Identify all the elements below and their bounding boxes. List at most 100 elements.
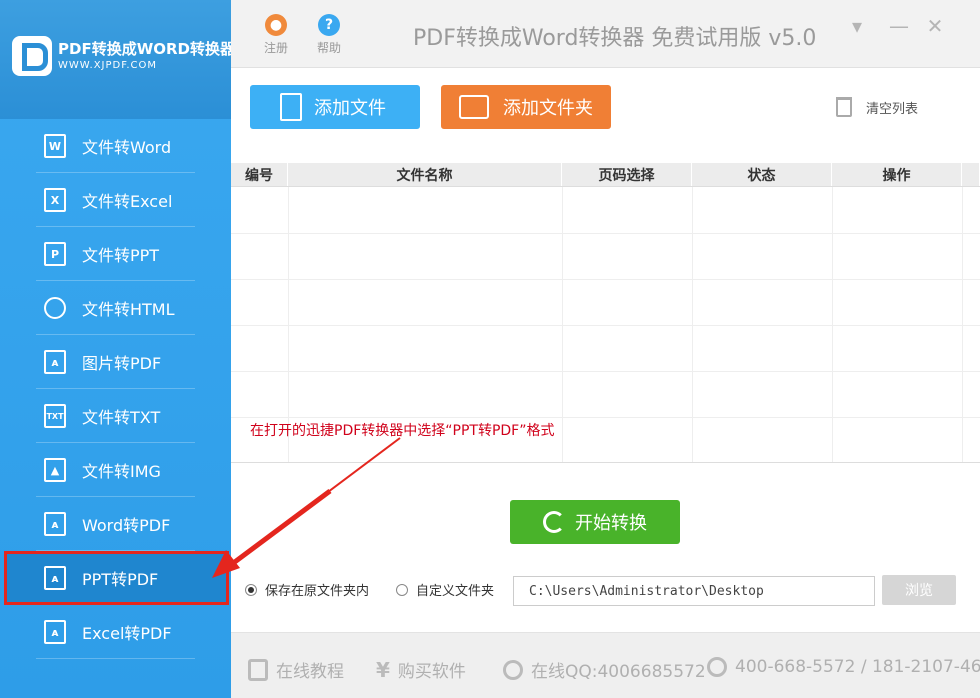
menu-icon[interactable]: ▾ — [847, 14, 867, 38]
document-icon — [280, 93, 302, 121]
sidebar-item-file-to-txt[interactable]: TXT 文件转TXT — [0, 389, 231, 443]
sidebar-item-excel-to-pdf[interactable]: ᴀ Excel转PDF — [0, 605, 231, 659]
sidebar-item-label: 文件转HTML — [82, 300, 175, 319]
footer: 在线教程 ¥ 购买软件 在线QQ:4006685572 400-668-5572… — [231, 632, 980, 698]
refresh-icon — [543, 511, 565, 533]
phone-icon — [707, 657, 727, 677]
txt-icon: TXT — [44, 404, 66, 428]
phone-info: 400-668-5572 / 181-2107-4602 — [707, 657, 980, 677]
logo-name: PDF转换成WORD转换器 — [58, 40, 235, 58]
trash-icon — [836, 97, 852, 117]
table-row — [231, 325, 980, 326]
column-header-status: 状态 — [692, 163, 832, 186]
save-original-label: 保存在原文件夹内 — [265, 584, 370, 599]
table-divider — [692, 187, 693, 462]
buy-software-link[interactable]: ¥ 购买软件 — [376, 657, 466, 683]
sidebar-item-file-to-ppt[interactable]: P 文件转PPT — [0, 227, 231, 281]
online-tutorial-link[interactable]: 在线教程 — [248, 657, 344, 682]
radio-unselected-icon — [396, 583, 408, 596]
table-divider — [832, 187, 833, 462]
sidebar-item-label: 文件转Excel — [82, 192, 173, 211]
tutorial-label: 在线教程 — [276, 662, 344, 682]
add-file-label: 添加文件 — [314, 98, 386, 119]
sidebar-item-file-to-html[interactable]: 文件转HTML — [0, 281, 231, 335]
add-file-button[interactable]: 添加文件 — [250, 85, 420, 129]
sidebar-item-image-to-pdf[interactable]: ᴀ 图片转PDF — [0, 335, 231, 389]
excel-icon: X — [44, 188, 66, 212]
column-header-number: 编号 — [231, 163, 288, 186]
close-icon[interactable]: ✕ — [925, 14, 945, 38]
user-icon: ● — [265, 14, 287, 36]
phone-label: 400-668-5572 / 181-2107-4602 — [735, 657, 980, 677]
column-header-spacer — [962, 163, 980, 186]
column-header-pages: 页码选择 — [562, 163, 692, 186]
sidebar-item-label: 文件转IMG — [82, 462, 161, 481]
sidebar-item-file-to-img[interactable]: ▲ 文件转IMG — [0, 443, 231, 497]
qq-icon — [503, 659, 523, 680]
qq-label: 在线QQ:4006685572 — [531, 662, 706, 682]
sidebar-item-label: Word转PDF — [82, 516, 171, 535]
title-bar: ● 注册 ? 帮助 PDF转换成Word转换器 免费试用版 v5.0 ▾ — ✕ — [231, 0, 980, 68]
sidebar-item-file-to-word[interactable]: W 文件转Word — [0, 119, 231, 173]
sidebar: PDF转换成WORD转换器 WWW.XJPDF.COM W 文件转Word X … — [0, 0, 235, 698]
clear-list-label: 清空列表 — [866, 101, 919, 117]
table-header: 编号 文件名称 页码选择 状态 操作 — [231, 163, 980, 187]
pdf-icon: ᴀ — [44, 350, 66, 374]
custom-folder-label: 自定义文件夹 — [416, 584, 495, 599]
sidebar-item-ppt-to-pdf[interactable]: ᴀ PPT转PDF — [4, 551, 229, 605]
sidebar-item-label: 文件转TXT — [82, 408, 161, 427]
help-button[interactable]: ? 帮助 — [309, 14, 349, 56]
online-qq-link[interactable]: 在线QQ:4006685572 — [503, 657, 706, 682]
register-button[interactable]: ● 注册 — [256, 14, 296, 56]
save-original-radio[interactable]: 保存在原文件夹内 — [245, 580, 369, 599]
image-icon: ▲ — [44, 458, 66, 482]
buy-label: 购买软件 — [397, 662, 466, 682]
sidebar-item-label: 文件转PPT — [82, 246, 160, 265]
column-header-filename: 文件名称 — [288, 163, 562, 186]
start-convert-button[interactable]: 开始转换 — [510, 500, 680, 544]
logo: PDF转换成WORD转换器 WWW.XJPDF.COM — [0, 0, 235, 119]
app-title: PDF转换成Word转换器 免费试用版 v5.0 — [413, 26, 817, 51]
pdf-icon: ᴀ — [44, 566, 66, 590]
document-list-icon — [248, 658, 268, 681]
word-icon: W — [44, 134, 66, 158]
sidebar-item-label: PPT转PDF — [82, 570, 159, 589]
sidebar-nav: W 文件转Word X 文件转Excel P 文件转PPT 文件转HTML ᴀ … — [0, 119, 231, 659]
help-icon: ? — [318, 14, 340, 36]
help-label: 帮助 — [316, 41, 341, 55]
app-window: PDF转换成WORD转换器 WWW.XJPDF.COM W 文件转Word X … — [0, 0, 980, 698]
logo-url: WWW.XJPDF.COM — [58, 60, 158, 71]
clear-list-button[interactable]: 清空列表 — [836, 97, 918, 117]
table-row — [231, 417, 980, 418]
add-folder-label: 添加文件夹 — [503, 98, 593, 119]
browse-button[interactable]: 浏览 — [882, 575, 956, 605]
output-path-input[interactable] — [513, 576, 875, 606]
globe-icon — [44, 297, 66, 319]
folder-icon — [459, 95, 489, 119]
sidebar-item-file-to-excel[interactable]: X 文件转Excel — [0, 173, 231, 227]
register-label: 注册 — [263, 41, 288, 55]
arrow-line-thick — [226, 488, 332, 570]
sidebar-item-label: 文件转Word — [82, 138, 172, 157]
table-row — [231, 233, 980, 234]
table-row — [231, 279, 980, 280]
annotation-text: 在打开的迅捷PDF转换器中选择“PPT转PDF”格式 — [250, 423, 555, 439]
table-divider — [962, 187, 963, 462]
radio-selected-icon — [245, 583, 257, 596]
yen-icon: ¥ — [376, 657, 390, 682]
custom-folder-radio[interactable]: 自定义文件夹 — [396, 580, 494, 599]
column-header-actions: 操作 — [832, 163, 962, 186]
sidebar-item-label: Excel转PDF — [82, 624, 172, 643]
start-convert-label: 开始转换 — [575, 513, 647, 534]
add-folder-button[interactable]: 添加文件夹 — [441, 85, 611, 129]
table-divider — [562, 187, 563, 462]
pdf-icon: ᴀ — [44, 512, 66, 536]
pdf-icon: ᴀ — [44, 620, 66, 644]
table-row — [231, 371, 980, 372]
minimize-icon[interactable]: — — [889, 14, 909, 38]
sidebar-item-label: 图片转PDF — [82, 354, 162, 373]
logo-icon — [12, 36, 52, 76]
file-table: 编号 文件名称 页码选择 状态 操作 — [231, 163, 980, 463]
ppt-icon: P — [44, 242, 66, 266]
sidebar-item-word-to-pdf[interactable]: ᴀ Word转PDF — [0, 497, 231, 551]
